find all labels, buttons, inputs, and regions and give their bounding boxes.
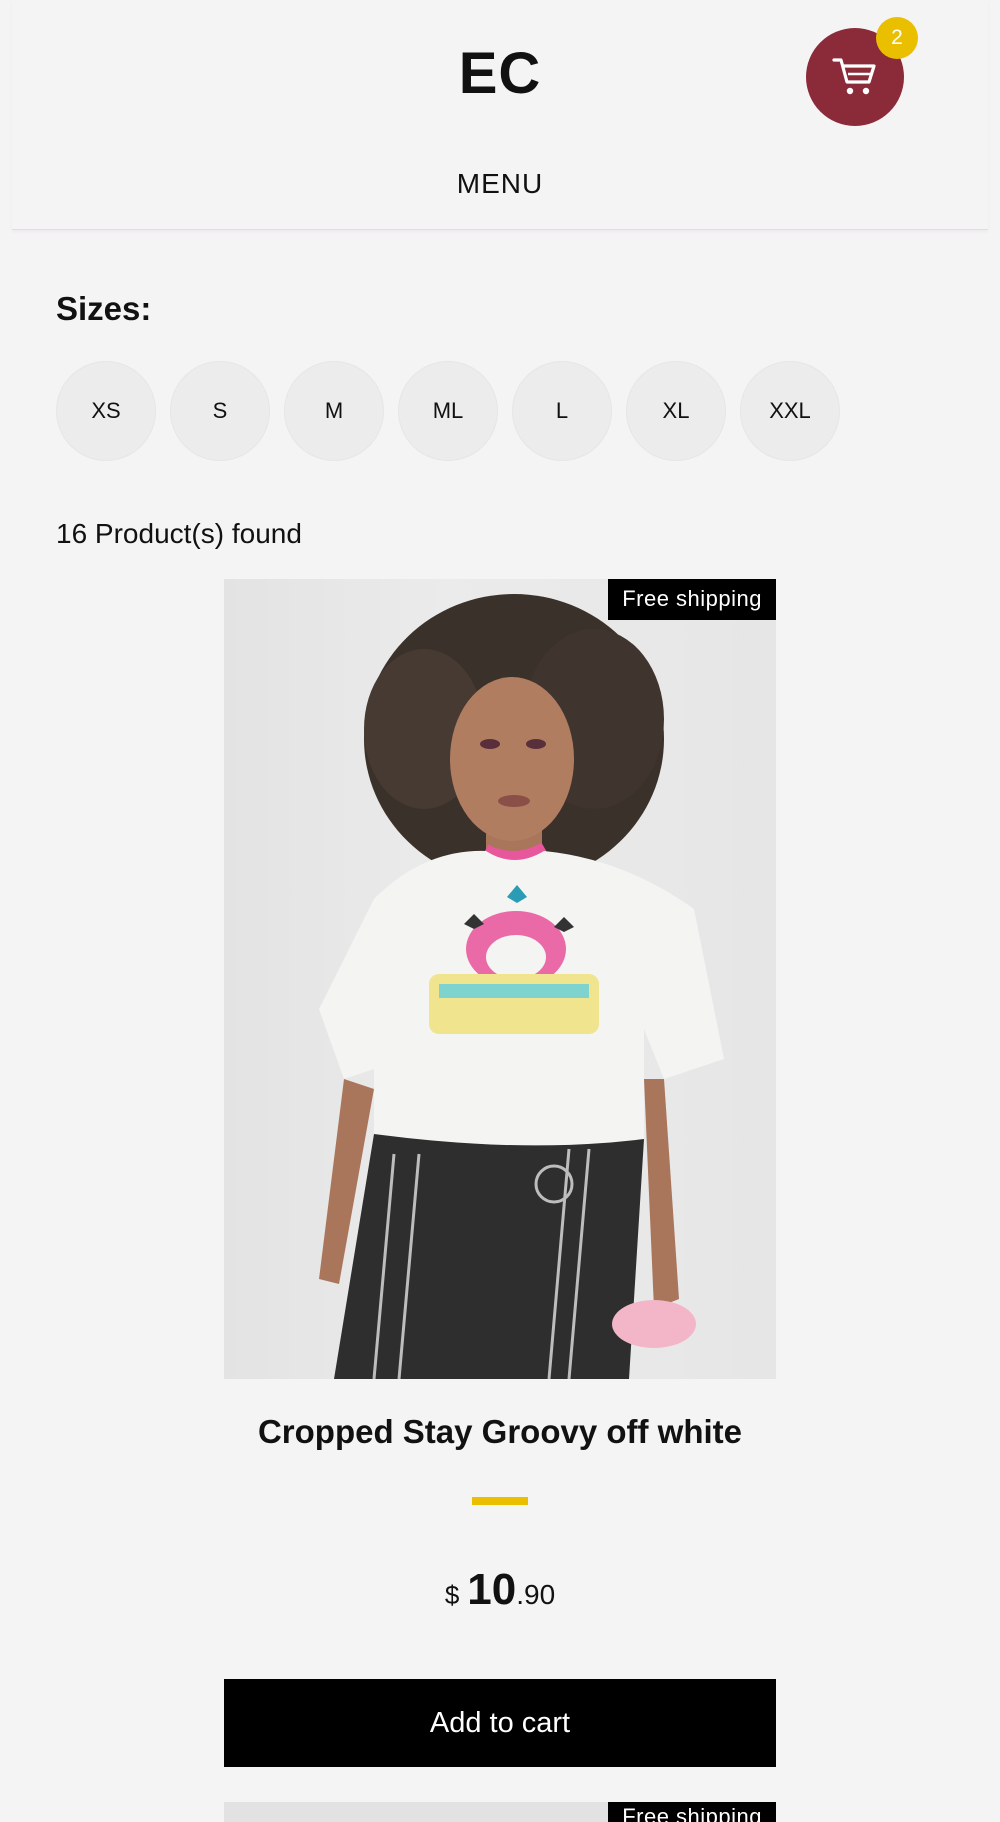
model-illustration	[319, 594, 724, 1379]
size-button-ml[interactable]: ML	[398, 361, 498, 461]
size-button-xxl[interactable]: XXL	[740, 361, 840, 461]
product-price: $10.90	[224, 1565, 776, 1615]
product-card: Free shipping Cropped Stay Groovy off wh…	[224, 579, 776, 1767]
size-button-s[interactable]: S	[170, 361, 270, 461]
product-image[interactable]: Free shipping	[224, 579, 776, 1379]
free-shipping-badge: Free shipping	[608, 579, 776, 620]
cart-count-badge: 2	[876, 17, 918, 59]
size-button-l[interactable]: L	[512, 361, 612, 461]
size-button-m[interactable]: M	[284, 361, 384, 461]
size-filter-list: XS S M ML L XL XXL	[56, 361, 840, 461]
title-divider	[472, 1497, 528, 1505]
price-cents: .90	[516, 1579, 556, 1610]
products-found-count: 16 Product(s) found	[56, 518, 302, 549]
free-shipping-badge: Free shipping	[608, 1802, 776, 1822]
sizes-title: Sizes:	[56, 290, 152, 327]
product-card-next[interactable]: Free shipping	[224, 1802, 776, 1822]
menu-button[interactable]: MENU	[12, 168, 988, 200]
product-title: Cropped Stay Groovy off white	[257, 1413, 743, 1450]
price-currency: $	[444, 1580, 460, 1610]
cart-icon	[832, 58, 876, 95]
size-button-xl[interactable]: XL	[626, 361, 726, 461]
add-to-cart-button[interactable]: Add to cart	[224, 1679, 776, 1767]
price-integer: 10	[467, 1565, 517, 1614]
size-button-xs[interactable]: XS	[56, 361, 156, 461]
